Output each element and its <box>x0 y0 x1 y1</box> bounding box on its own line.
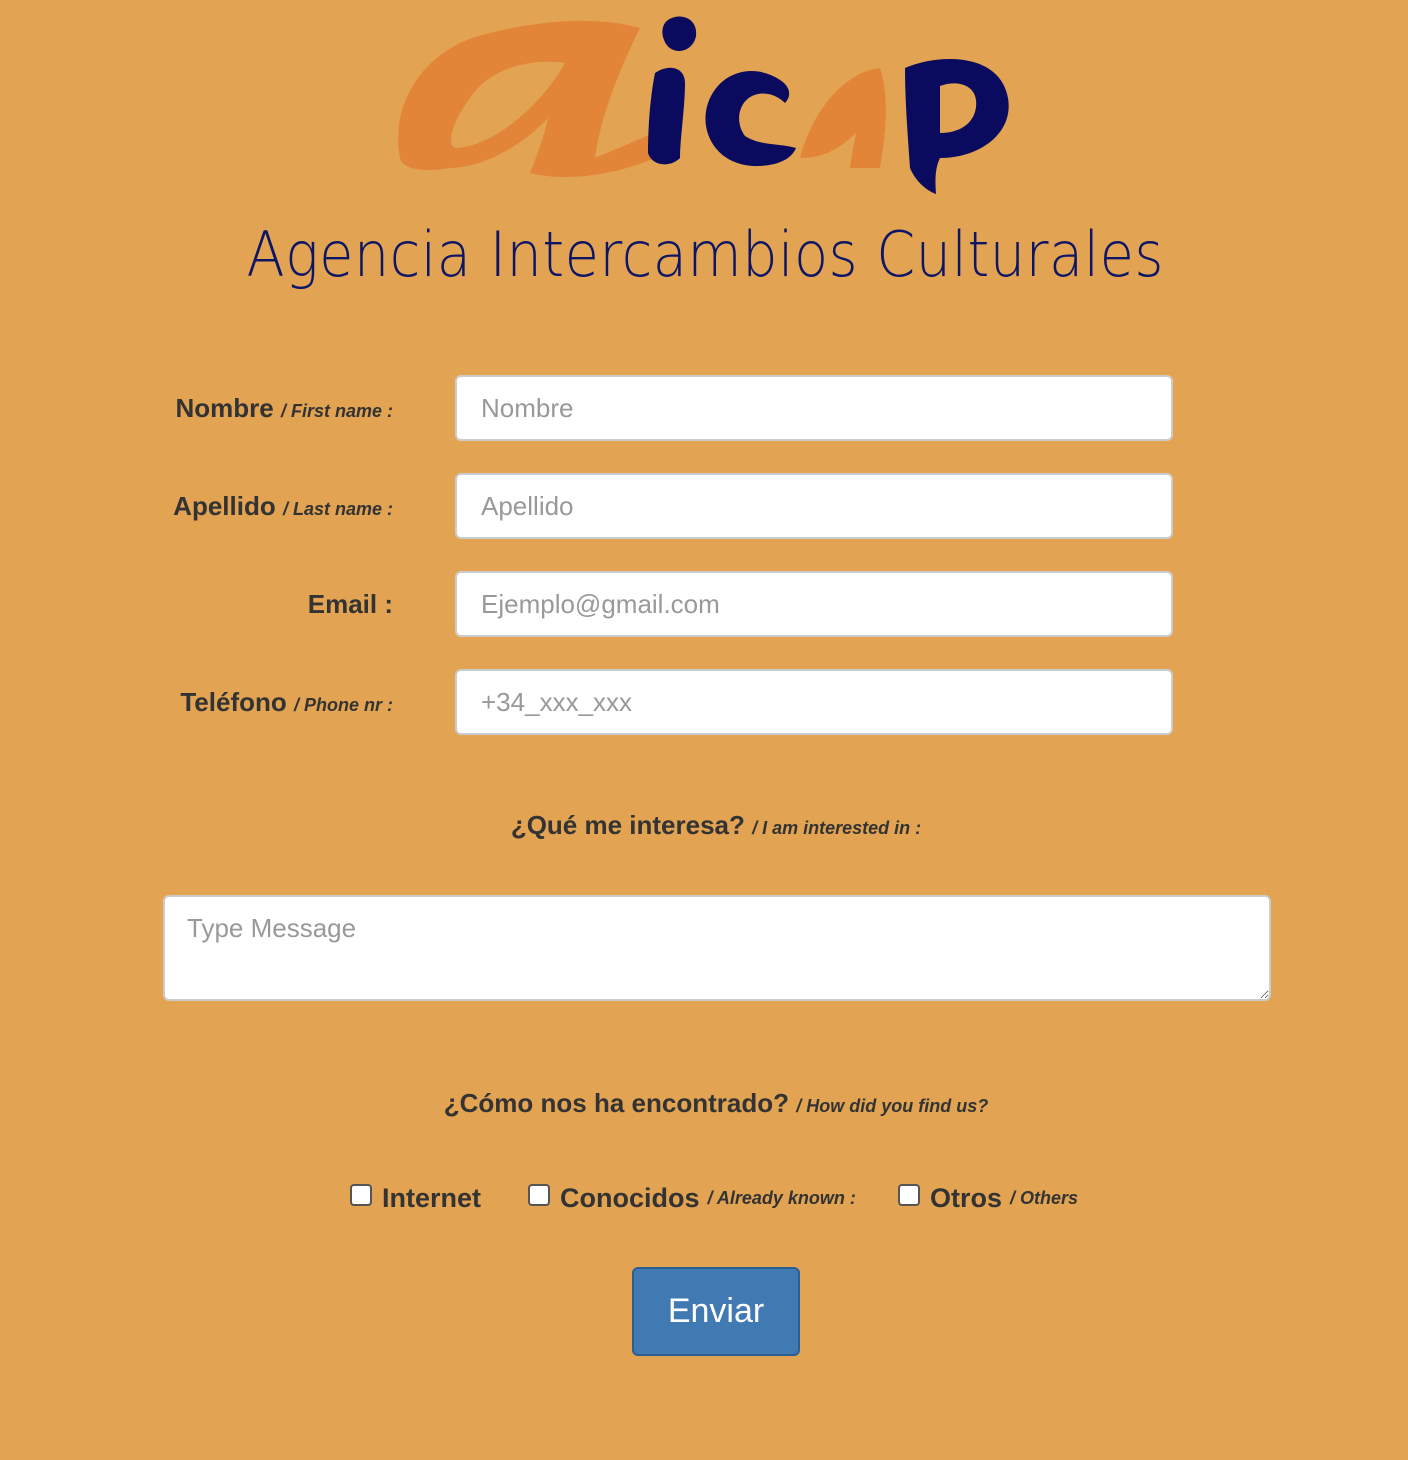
interest-title: ¿Qué me interesa? / I am interested in : <box>0 810 1408 841</box>
phone-label-en: / Phone nr : <box>294 695 393 715</box>
logo-letter-c <box>705 71 796 167</box>
aicap-logo <box>398 16 1009 195</box>
conocidos-label-en: / Already known : <box>707 1187 856 1208</box>
last-name-row: Apellido / Last name : <box>0 472 1408 540</box>
phone-row: Teléfono / Phone nr : <box>0 668 1408 736</box>
found-us-options: Internet Conocidos / Already known : Otr… <box>0 1176 1408 1220</box>
otros-label-en: / Others <box>1010 1187 1079 1208</box>
logo-letter-i <box>648 67 685 165</box>
conocidos-label: Conocidos <box>560 1182 700 1213</box>
internet-checkbox[interactable] <box>350 1184 372 1206</box>
email-label-es: Email : <box>307 589 393 619</box>
phone-label: Teléfono / Phone nr : <box>180 668 393 736</box>
found-us-title-es: ¿Cómo nos ha encontrado? <box>443 1088 789 1118</box>
email-label: Email : <box>308 570 393 638</box>
logo-letter-i-dot <box>662 16 697 51</box>
first-name-input[interactable] <box>455 375 1173 441</box>
interest-title-en: / I am interested in : <box>752 818 922 838</box>
option-otros[interactable]: Otros / Others <box>898 1176 1078 1220</box>
last-name-input[interactable] <box>455 473 1173 539</box>
first-name-label: Nombre / First name : <box>175 374 393 442</box>
email-input[interactable] <box>455 571 1173 637</box>
otros-label: Otros <box>930 1182 1003 1213</box>
found-us-title: ¿Cómo nos ha encontrado? / How did you f… <box>0 1088 1408 1119</box>
last-name-label: Apellido / Last name : <box>173 472 393 540</box>
option-internet[interactable]: Internet <box>350 1176 481 1220</box>
logo-letter-p <box>905 59 1009 195</box>
otros-checkbox[interactable] <box>898 1184 920 1206</box>
agency-subtitle: Agencia Intercambios Culturales <box>246 218 1164 291</box>
internet-label: Internet <box>382 1182 482 1213</box>
logo-letter-a <box>398 20 660 178</box>
interest-message-textarea[interactable] <box>163 895 1271 1001</box>
found-us-title-en: / How did you find us? <box>796 1096 989 1116</box>
first-name-label-es: Nombre <box>175 393 274 423</box>
last-name-label-en: / Last name : <box>282 499 393 519</box>
conocidos-checkbox[interactable] <box>528 1184 550 1206</box>
option-conocidos[interactable]: Conocidos / Already known : <box>528 1176 856 1220</box>
last-name-label-es: Apellido <box>173 491 276 521</box>
logo-letter-a2 <box>800 68 886 168</box>
submit-button[interactable]: Enviar <box>632 1267 800 1356</box>
phone-label-es: Teléfono <box>180 687 287 717</box>
interest-title-es: ¿Qué me interesa? <box>510 810 745 840</box>
first-name-row: Nombre / First name : <box>0 374 1408 442</box>
email-row: Email : <box>0 570 1408 638</box>
phone-input[interactable] <box>455 669 1173 735</box>
first-name-label-en: / First name : <box>280 401 393 421</box>
